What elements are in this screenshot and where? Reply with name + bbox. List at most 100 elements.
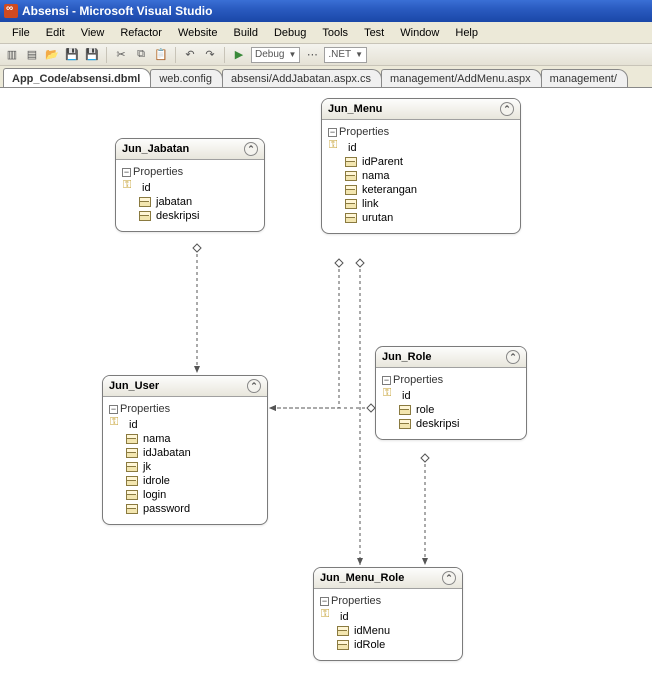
open-icon[interactable]: 📂 (44, 47, 60, 63)
property-row[interactable]: role (380, 403, 522, 417)
property-row[interactable]: jk (107, 460, 263, 474)
property-row[interactable]: nama (107, 432, 263, 446)
config-dropdown[interactable]: Debug ▼ (251, 47, 300, 63)
property-name: idrole (143, 475, 170, 487)
undo-icon[interactable]: ↶ (182, 47, 198, 63)
entity-jun-jabatan[interactable]: Jun_Jabatan ⌃ − Properties id jabatan de… (115, 138, 265, 232)
menu-help[interactable]: Help (447, 25, 486, 41)
collapse-icon[interactable]: ⌃ (500, 102, 514, 116)
menu-view[interactable]: View (73, 25, 113, 41)
property-name: deskripsi (416, 418, 459, 430)
property-row[interactable]: urutan (326, 211, 516, 225)
save-all-icon[interactable]: 💾 (84, 47, 100, 63)
entity-jun-user[interactable]: Jun_User ⌃ − Properties id nama idJabata… (102, 375, 268, 525)
designer-surface[interactable]: Jun_Jabatan ⌃ − Properties id jabatan de… (0, 88, 652, 686)
column-icon (398, 419, 412, 429)
collapse-section-icon[interactable]: − (328, 128, 337, 137)
entity-jun-menu[interactable]: Jun_Menu ⌃ − Properties id idParent nama… (321, 98, 521, 234)
misc-icon[interactable]: ⋯ (304, 47, 320, 63)
property-name: keterangan (362, 184, 417, 196)
column-icon (398, 405, 412, 415)
toolbar-separator (224, 47, 225, 63)
properties-header[interactable]: − Properties (318, 593, 458, 610)
property-row[interactable]: idParent (326, 155, 516, 169)
menu-tools[interactable]: Tools (314, 25, 356, 41)
collapse-icon[interactable]: ⌃ (506, 350, 520, 364)
property-name: idMenu (354, 625, 390, 637)
paste-icon[interactable]: 📋 (153, 47, 169, 63)
collapse-section-icon[interactable]: − (109, 405, 118, 414)
copy-icon[interactable]: ⧉ (133, 47, 149, 63)
collapse-section-icon[interactable]: − (320, 597, 329, 606)
property-name: nama (143, 433, 171, 445)
menu-debug[interactable]: Debug (266, 25, 314, 41)
menu-website[interactable]: Website (170, 25, 226, 41)
collapse-section-icon[interactable]: − (122, 168, 131, 177)
menu-file[interactable]: File (4, 25, 38, 41)
tab-web-config[interactable]: web.config (150, 69, 223, 87)
properties-label: Properties (331, 595, 381, 607)
properties-header[interactable]: − Properties (380, 372, 522, 389)
entity-header[interactable]: Jun_Jabatan ⌃ (116, 139, 264, 160)
menu-refactor[interactable]: Refactor (112, 25, 170, 41)
properties-label: Properties (339, 126, 389, 138)
tab-addmenu-aspx[interactable]: management/AddMenu.aspx (381, 69, 542, 87)
tab-label: App_Code/absensi.dbml (12, 73, 140, 85)
redo-icon[interactable]: ↷ (202, 47, 218, 63)
platform-dropdown[interactable]: .NET ▼ (324, 47, 367, 63)
property-row[interactable]: id (326, 141, 516, 155)
tab-addjabatan-cs[interactable]: absensi/AddJabatan.aspx.cs (222, 69, 382, 87)
properties-header[interactable]: − Properties (107, 401, 263, 418)
collapse-section-icon[interactable]: − (382, 376, 391, 385)
chevron-down-icon: ▼ (355, 50, 363, 59)
properties-header[interactable]: − Properties (120, 164, 260, 181)
properties-label: Properties (393, 374, 443, 386)
start-debug-icon[interactable]: ▶ (231, 47, 247, 63)
collapse-icon[interactable]: ⌃ (244, 142, 258, 156)
collapse-icon[interactable]: ⌃ (442, 571, 456, 585)
property-row[interactable]: id (380, 389, 522, 403)
property-row[interactable]: id (318, 610, 458, 624)
tab-management[interactable]: management/ (541, 69, 628, 87)
properties-label: Properties (120, 403, 170, 415)
property-row[interactable]: id (120, 181, 260, 195)
entity-body: − Properties id nama idJabatan jk idrole… (103, 397, 267, 524)
menu-window[interactable]: Window (392, 25, 447, 41)
cut-icon[interactable]: ✂ (113, 47, 129, 63)
property-row[interactable]: idMenu (318, 624, 458, 638)
add-item-icon[interactable]: ▤ (24, 47, 40, 63)
property-row[interactable]: idRole (318, 638, 458, 652)
property-row[interactable]: idrole (107, 474, 263, 488)
property-row[interactable]: deskripsi (120, 209, 260, 223)
properties-header[interactable]: − Properties (326, 124, 516, 141)
menu-test[interactable]: Test (356, 25, 392, 41)
chevron-down-icon: ▼ (288, 50, 296, 59)
entity-header[interactable]: Jun_Role ⌃ (376, 347, 526, 368)
entity-jun-role[interactable]: Jun_Role ⌃ − Properties id role deskrips… (375, 346, 527, 440)
property-row[interactable]: jabatan (120, 195, 260, 209)
property-row[interactable]: keterangan (326, 183, 516, 197)
menu-edit[interactable]: Edit (38, 25, 73, 41)
property-row[interactable]: idJabatan (107, 446, 263, 460)
property-row[interactable]: nama (326, 169, 516, 183)
entity-header[interactable]: Jun_Menu_Role ⌃ (314, 568, 462, 589)
entity-header[interactable]: Jun_Menu ⌃ (322, 99, 520, 120)
entity-body: − Properties id idParent nama keterangan… (322, 120, 520, 233)
property-row[interactable]: deskripsi (380, 417, 522, 431)
property-row[interactable]: link (326, 197, 516, 211)
column-icon (344, 171, 358, 181)
property-row[interactable]: login (107, 488, 263, 502)
tab-absensi-dbml[interactable]: App_Code/absensi.dbml (3, 68, 151, 87)
property-row[interactable]: id (107, 418, 263, 432)
new-project-icon[interactable]: ▥ (4, 47, 20, 63)
property-name: jk (143, 461, 151, 473)
column-icon (138, 211, 152, 221)
entity-header[interactable]: Jun_User ⌃ (103, 376, 267, 397)
property-name: role (416, 404, 434, 416)
menu-build[interactable]: Build (225, 25, 265, 41)
property-row[interactable]: password (107, 502, 263, 516)
entity-jun-menu-role[interactable]: Jun_Menu_Role ⌃ − Properties id idMenu i… (313, 567, 463, 661)
column-icon (125, 434, 139, 444)
save-icon[interactable]: 💾 (64, 47, 80, 63)
collapse-icon[interactable]: ⌃ (247, 379, 261, 393)
